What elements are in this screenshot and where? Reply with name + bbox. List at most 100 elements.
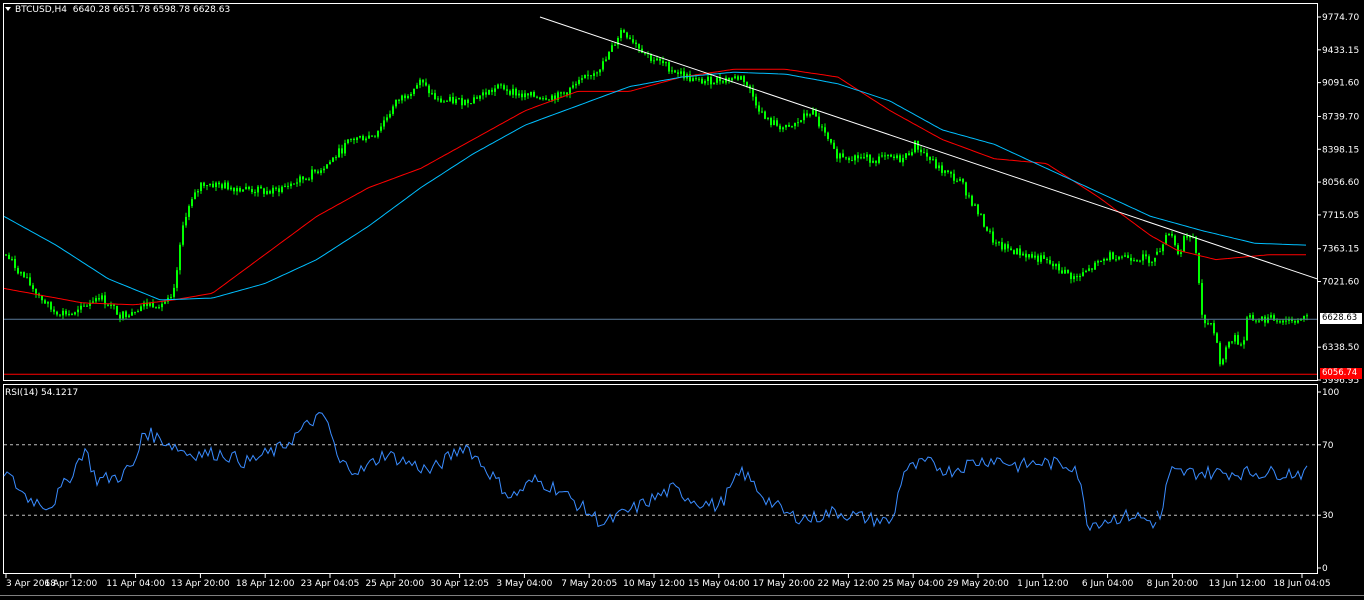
candle-body (950, 171, 952, 174)
candle-body (68, 313, 70, 315)
candle-body (392, 106, 394, 114)
candle-body (668, 62, 670, 72)
candle-body (1004, 244, 1006, 250)
candle-body (170, 296, 172, 298)
candle-body (827, 132, 829, 139)
candle-body (992, 231, 994, 243)
candle-body (1294, 321, 1296, 323)
candle-body (269, 191, 271, 194)
candle-body (1270, 315, 1272, 318)
candle-body (176, 270, 178, 288)
candle-body (971, 195, 973, 206)
candle-body (782, 127, 784, 130)
candle-body (1031, 254, 1033, 258)
candle-body (290, 183, 292, 187)
candle-body (323, 168, 325, 171)
candle-body (14, 259, 16, 268)
candle-body (305, 178, 307, 180)
candle-body (1225, 347, 1227, 360)
ohlc-readout: 6640.28 6651.78 6598.78 6628.63 (72, 5, 231, 15)
trading-chart[interactable]: 9774.70 9433.15 9091.60 8739.70 8398.15 8056.… (0, 0, 1364, 600)
candle-body (1082, 272, 1084, 276)
candle-body (809, 114, 811, 116)
candle-body (893, 156, 895, 158)
candle-body (662, 60, 664, 64)
candle-body (623, 30, 625, 33)
candle-body (737, 76, 739, 80)
candle-body (902, 157, 904, 163)
candle-body (878, 156, 880, 163)
candle-body (86, 305, 88, 307)
candle-body (1180, 252, 1182, 254)
candle-body (425, 82, 427, 86)
candle-body (539, 97, 541, 100)
candle-body (707, 76, 709, 82)
time-tick-label: 30 Apr 12:05 (430, 579, 489, 589)
candle-body (11, 259, 13, 261)
candle-body (443, 101, 445, 103)
candle-body (5, 254, 7, 256)
candle-body (296, 182, 298, 184)
candle-body (293, 183, 295, 185)
candle-body (836, 148, 838, 159)
candle-body (287, 185, 289, 187)
candle-body (53, 309, 55, 312)
candle-body (44, 300, 46, 304)
candle-body (1207, 323, 1209, 325)
candle-body (326, 164, 328, 169)
time-tick-label: 3 May 04:00 (496, 579, 552, 589)
candle-body (581, 78, 583, 80)
candle-body (509, 90, 511, 95)
candle-body (470, 103, 472, 105)
candle-body (164, 301, 166, 304)
candle-body (476, 97, 478, 99)
candle-body (866, 154, 868, 158)
candle-body (113, 304, 115, 306)
candle-body (29, 277, 31, 286)
candle-body (800, 120, 802, 123)
candle-body (512, 88, 514, 95)
candle-body (428, 85, 430, 94)
candle-body (386, 117, 388, 121)
rsi-tick-label: 100 (1322, 388, 1339, 398)
candle-body (845, 157, 847, 159)
candle-body (95, 298, 97, 302)
rsi-tick-label: 30 (1322, 511, 1334, 521)
candle-body (740, 76, 742, 80)
candle-body (155, 307, 157, 309)
candle-body (254, 192, 256, 194)
candle-body (1010, 248, 1012, 251)
candle-body (359, 135, 361, 138)
candle-body (632, 39, 634, 43)
candle-body (722, 81, 724, 83)
candle-body (848, 157, 850, 161)
candle-body (1198, 252, 1200, 284)
candle-body (461, 98, 463, 106)
candle-body (563, 92, 565, 94)
candle-body (152, 302, 154, 308)
candle-body (482, 92, 484, 96)
candle-body (35, 288, 37, 294)
candle-body (1064, 269, 1066, 274)
candle-body (1046, 258, 1048, 261)
candle-body (221, 184, 223, 189)
candle-body (956, 180, 958, 182)
candle-body (257, 186, 259, 193)
candle-body (131, 312, 133, 316)
candle-body (734, 76, 736, 79)
candle-body (803, 113, 805, 121)
dropdown-caret-icon[interactable] (5, 6, 11, 11)
candle-body (137, 311, 139, 313)
candle-body (605, 59, 607, 62)
candle-body (1186, 236, 1188, 238)
candle-body (161, 303, 163, 308)
candle-body (1148, 256, 1150, 263)
candle-body (1213, 323, 1215, 334)
candle-body (275, 187, 277, 189)
candle-body (50, 302, 52, 310)
candle-body (1216, 333, 1218, 343)
candle-body (608, 51, 610, 60)
candle-body (224, 182, 226, 189)
candle-body (842, 153, 844, 158)
candle-body (1007, 244, 1009, 249)
